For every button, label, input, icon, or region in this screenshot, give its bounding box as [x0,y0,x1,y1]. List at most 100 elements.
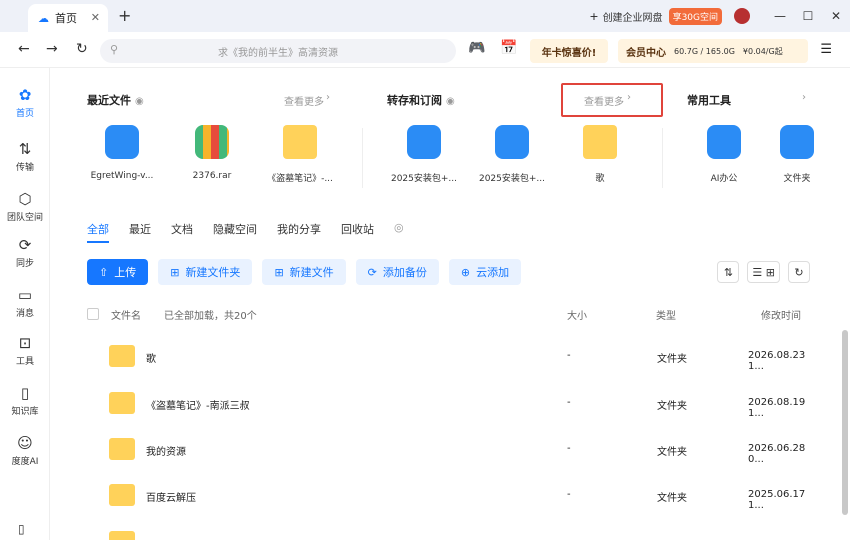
table-row[interactable]: 百度云解压 - 文件夹 2025.06.17 1... [87,473,812,519]
settings-icon[interactable]: ◎ [394,221,404,243]
recent-file-card[interactable]: EgretWing-v... [82,125,162,181]
sidebar-item-team[interactable]: ⬡ 团队空间 [0,190,50,223]
view-toggle[interactable]: ☰ ⊞ [747,261,780,283]
new-folder-button[interactable]: ⊞ 新建文件夹 [158,259,253,285]
file-tabs: 全部 最近 文档 隐藏空间 我的分享 回收站 ◎ [87,221,404,243]
transfer-card[interactable]: 2025安装包+... [472,125,552,184]
folder-plus-icon: ⊞ [170,265,180,279]
enterprise-badge[interactable]: 享30G空间 [668,7,722,25]
folder-icon [109,345,135,367]
promo-button[interactable]: 年卡惊喜价! [530,39,608,63]
col-type[interactable]: 类型 [656,307,676,322]
transfer-card[interactable]: 歌 [560,125,640,184]
highlight-box [561,83,663,117]
tab-recycle[interactable]: 回收站 [341,221,374,243]
tab-docs[interactable]: 文档 [171,221,193,243]
tab-home[interactable]: ☁ 首页 ✕ [28,4,108,32]
cloud-logo-icon: ☁ [38,11,49,25]
scrollbar[interactable] [842,330,848,515]
close-button[interactable]: ✕ [822,9,850,23]
load-status: 已全部加载，共20个 [164,311,257,322]
transfer-icon: ⇅ [18,140,32,158]
nav-bar: ← → ↻ ⚲ 求《我的前半生》高清资源 🎮 📅 年卡惊喜价! 会员中心 60.… [0,32,850,68]
sidebar-item-sync[interactable]: ⟳ 同步 [0,236,50,269]
folder-icon [583,125,617,159]
calendar-icon[interactable]: 📅 [500,40,517,56]
col-size[interactable]: 大小 [567,307,587,322]
search-input[interactable]: ⚲ 求《我的前半生》高清资源 [100,39,456,63]
recent-file-card[interactable]: 2376.rar [172,125,252,181]
sidebar-item-home[interactable]: ✿ 首页 [0,86,50,119]
tab-label: 首页 [55,12,77,25]
message-icon: ▭ [17,286,33,304]
sidebar-item-ai[interactable]: ☺ 度度AI [0,434,50,467]
ai-icon: ☺ [17,434,33,452]
divider [662,128,663,188]
title-bar: ☁ 首页 ✕ + + 创建企业网盘 享30G空间 — ☐ ✕ [0,0,850,32]
sidebar: ✿ 首页 ⇅ 传输 ⬡ 团队空间 ⟳ 同步 ▭ 消息 ⊡ 工具 ▯ 知识库 ☺ 度度AI ▯ [0,68,50,540]
col-time[interactable]: 修改时间 [761,307,801,322]
sync-icon: ⟳ [18,236,32,254]
maximize-button[interactable]: ☐ [794,9,822,23]
avatar[interactable] [734,8,750,24]
plus-icon[interactable]: + [589,10,598,23]
home-icon: ✿ [18,86,32,104]
folder-icon [109,438,135,460]
app-file-icon [105,125,139,159]
sidebar-item-message[interactable]: ▭ 消息 [0,286,50,319]
close-tab-icon[interactable]: ✕ [91,11,100,24]
recent-file-card[interactable]: 《盗墓笔记》-... [260,125,340,184]
rar-file-icon [195,125,229,159]
link-file-icon [407,125,441,159]
tool-card[interactable]: AI办公 [684,125,764,184]
folder-icon [109,484,135,506]
forward-button[interactable]: → [46,41,58,57]
table-row[interactable]: 我的资源 - 文件夹 2026.06.28 0... [87,427,812,473]
tool-card[interactable]: 文件夹 [762,125,832,184]
sidebar-item-knowledge[interactable]: ▯ 知识库 [0,384,50,417]
chevron-right-icon[interactable]: › [326,92,330,103]
tab-share[interactable]: 我的分享 [277,221,321,243]
folder-icon [109,392,135,414]
search-icon: ⚲ [110,43,119,56]
eye-icon[interactable]: ◉ [446,96,455,107]
col-name[interactable]: 文件名 [111,307,141,322]
folder-tool-icon [780,125,814,159]
cloud-add-icon: ⊕ [460,265,471,279]
refresh-button[interactable]: ↻ [76,41,88,57]
transfer-title: 转存和订阅 ◉ [387,94,455,107]
cloud-add-button[interactable]: ⊕ 云添加 [448,259,522,285]
table-row[interactable]: 《盗墓笔记》-南派三叔 - 文件夹 2026.08.19 1... [87,381,812,427]
upload-button[interactable]: ⇧ 上传 [87,259,149,285]
new-file-button[interactable]: ⊞ 新建文件 [262,259,346,285]
sort-button[interactable]: ⇅ [717,261,740,283]
select-all-checkbox[interactable] [87,308,99,320]
file-plus-icon: ⊞ [274,265,284,279]
phone-icon[interactable]: ▯ [18,522,25,536]
tools-title: 常用工具 [687,94,731,107]
table-header: 文件名 已全部加载，共20个 大小 类型 修改时间 [87,307,812,327]
create-enterprise-link[interactable]: 创建企业网盘 [603,9,663,24]
member-center-button[interactable]: 会员中心 60.7G / 165.0G ¥0.04/G起 [618,39,808,63]
chevron-right-icon[interactable]: › [802,92,806,103]
eye-icon[interactable]: ◉ [135,96,144,107]
tab-all[interactable]: 全部 [87,221,109,243]
team-icon: ⬡ [18,190,32,208]
transfer-card[interactable]: 2025安装包+... [384,125,464,184]
tab-recent[interactable]: 最近 [129,221,151,243]
menu-icon[interactable]: ☰ [820,42,832,57]
minimize-button[interactable]: — [766,9,794,23]
sidebar-item-transfer[interactable]: ⇅ 传输 [0,140,50,173]
table-row[interactable] [87,520,812,540]
sidebar-item-tools[interactable]: ⊡ 工具 [0,334,50,367]
main-content: 最近文件 ◉ 查看更多 › 转存和订阅 ◉ 查看更多 › 常用工具 › EgretW… [50,68,850,540]
back-button[interactable]: ← [18,41,30,57]
tab-hidden[interactable]: 隐藏空间 [213,221,257,243]
add-backup-button[interactable]: ⟳ 添加备份 [355,259,439,285]
new-tab-button[interactable]: + [118,6,131,25]
game-icon[interactable]: 🎮 [468,40,485,56]
link-file-icon [495,125,529,159]
recent-more-link[interactable]: 查看更多 [284,93,324,108]
refresh-list-button[interactable]: ↻ [788,261,810,283]
table-row[interactable]: 歌 - 文件夹 2026.08.23 1... [87,334,812,380]
